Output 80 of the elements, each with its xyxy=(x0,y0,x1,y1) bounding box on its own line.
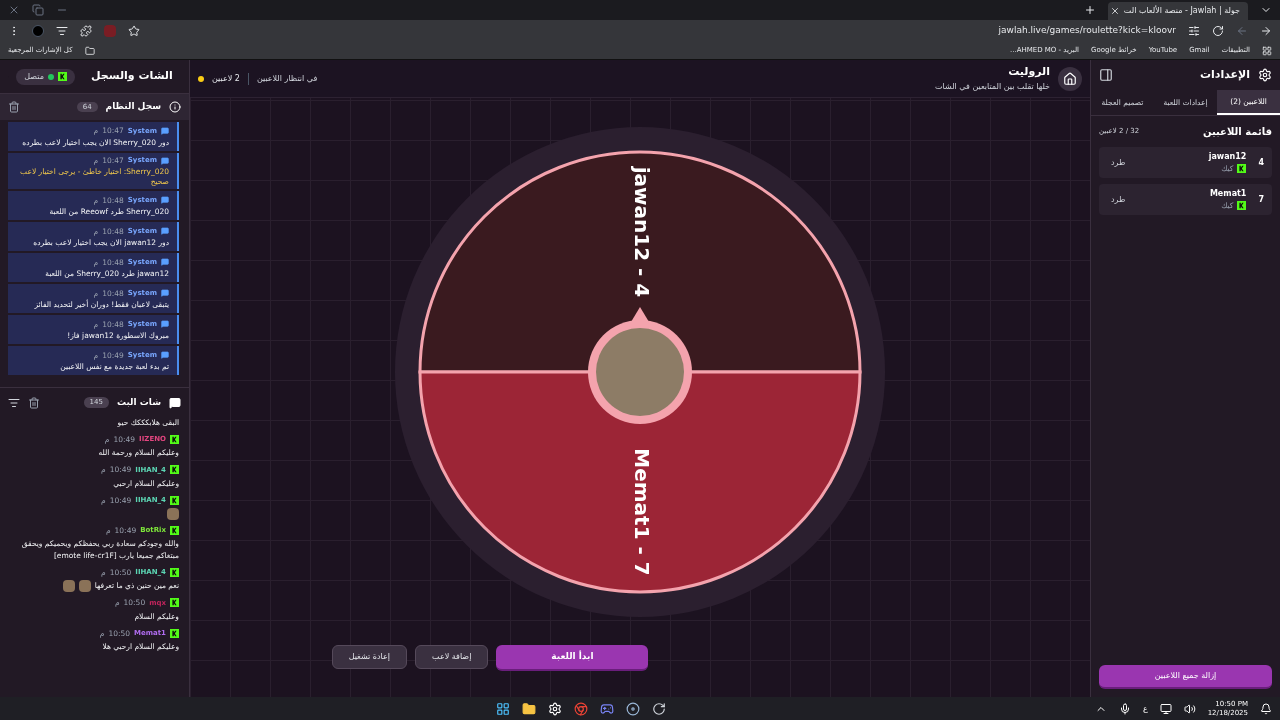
remove-all-button[interactable]: إزالة جميع اللاعبين xyxy=(1099,665,1272,689)
new-tab-icon[interactable] xyxy=(1084,4,1096,16)
close-tab-icon[interactable] xyxy=(1109,6,1120,16)
circular-arrow-icon[interactable] xyxy=(652,701,667,716)
kick-logo-icon xyxy=(1237,164,1247,173)
notification-icon[interactable] xyxy=(1260,702,1272,715)
kick-logo-icon xyxy=(170,495,179,505)
player-number: 4 xyxy=(1258,156,1264,169)
apps-grid-icon xyxy=(1262,45,1272,56)
reload-icon[interactable] xyxy=(1212,25,1224,37)
kick-logo-icon xyxy=(170,568,179,578)
message-icon xyxy=(161,227,169,236)
kick-logo-icon xyxy=(170,628,179,638)
volume-icon[interactable] xyxy=(1183,702,1196,715)
emote-image xyxy=(167,507,179,520)
start-icon[interactable] xyxy=(496,701,511,716)
back-arrow-icon[interactable] xyxy=(1260,25,1272,37)
home-button[interactable] xyxy=(1058,66,1082,91)
player-name: Memat1 xyxy=(1209,187,1247,200)
player-count: 2 لاعبين xyxy=(212,72,240,85)
site-settings-icon[interactable] xyxy=(1188,25,1200,37)
player-name: jawan12 xyxy=(1208,150,1247,163)
kick-logo-icon xyxy=(170,435,179,445)
kick-logo-icon xyxy=(170,465,179,475)
segment-label: Memat1 - 7 xyxy=(629,447,654,576)
language-indicator[interactable]: ع xyxy=(1142,702,1148,715)
address-bar[interactable]: jawlah.live/games/roulette?kick=kloovr xyxy=(998,24,1176,38)
list-title: قائمة اللاعبين xyxy=(1202,125,1272,139)
message-icon xyxy=(161,258,169,267)
gear-icon[interactable] xyxy=(548,701,563,716)
settings-icon xyxy=(1258,68,1272,82)
section-title: سجل النظام xyxy=(105,100,161,114)
kick-logo-icon xyxy=(170,598,179,608)
game-action-button[interactable]: إضافة لاعب xyxy=(415,645,489,669)
folder-icon[interactable] xyxy=(522,701,537,716)
message-icon xyxy=(161,156,169,165)
disc-icon[interactable] xyxy=(626,701,641,716)
game-action-button[interactable]: إعادة تشغيل xyxy=(331,645,408,669)
status-text: في انتظار اللاعبين xyxy=(256,72,318,85)
start-game-button[interactable]: ابدأ اللعبة xyxy=(496,645,649,671)
page-title: الروليت xyxy=(1007,64,1050,81)
trash-icon[interactable] xyxy=(28,396,40,409)
profile-avatar[interactable] xyxy=(32,25,44,37)
kick-player-button[interactable]: طرد xyxy=(1107,193,1130,206)
home-icon xyxy=(1063,71,1077,86)
trash-icon[interactable] xyxy=(8,101,20,113)
page-subtitle: خلها تقلب بين المتابعين في الشات xyxy=(935,80,1050,93)
player-number: 7 xyxy=(1258,193,1264,206)
microphone-icon[interactable] xyxy=(1118,702,1131,715)
kick-logo-icon xyxy=(170,525,179,535)
extensions-icon[interactable] xyxy=(80,25,92,37)
emote-image xyxy=(78,580,91,593)
bookmark-star-icon[interactable] xyxy=(128,25,140,37)
message-icon xyxy=(161,196,169,205)
display-icon[interactable] xyxy=(1159,702,1172,715)
message-icon xyxy=(161,320,169,329)
browser-tab[interactable]: جولة | Jawlah - منصة الألعاب الت xyxy=(1108,2,1248,20)
segment-label: jawan12 - 4 xyxy=(629,166,654,297)
panel-title: الإعدادات xyxy=(1199,66,1250,83)
section-title: شات البث xyxy=(116,395,161,409)
emote-image xyxy=(62,580,75,593)
info-icon xyxy=(169,101,181,113)
media-controls-icon[interactable] xyxy=(56,25,68,37)
collapse-panel-icon[interactable] xyxy=(1099,68,1113,82)
kick-logo-icon xyxy=(1237,201,1247,210)
connection-status: متصل xyxy=(16,68,75,85)
filter-icon[interactable] xyxy=(8,396,20,409)
kick-player-button[interactable]: طرد xyxy=(1107,156,1130,169)
message-icon xyxy=(161,289,169,298)
close-window-icon[interactable] xyxy=(8,4,20,16)
message-icon xyxy=(161,351,169,360)
chat-icon xyxy=(169,396,181,409)
browser-icon[interactable] xyxy=(574,701,589,716)
message-icon xyxy=(161,127,169,135)
gamepad-icon[interactable] xyxy=(600,701,615,716)
roulette-wheel[interactable]: jawan12 - 4 Memat1 - 7 xyxy=(395,126,885,617)
restore-window-icon[interactable] xyxy=(32,4,44,16)
panel-title: الشات والسجل xyxy=(90,68,173,85)
kick-logo-icon xyxy=(57,72,67,81)
folder-icon xyxy=(84,45,95,56)
